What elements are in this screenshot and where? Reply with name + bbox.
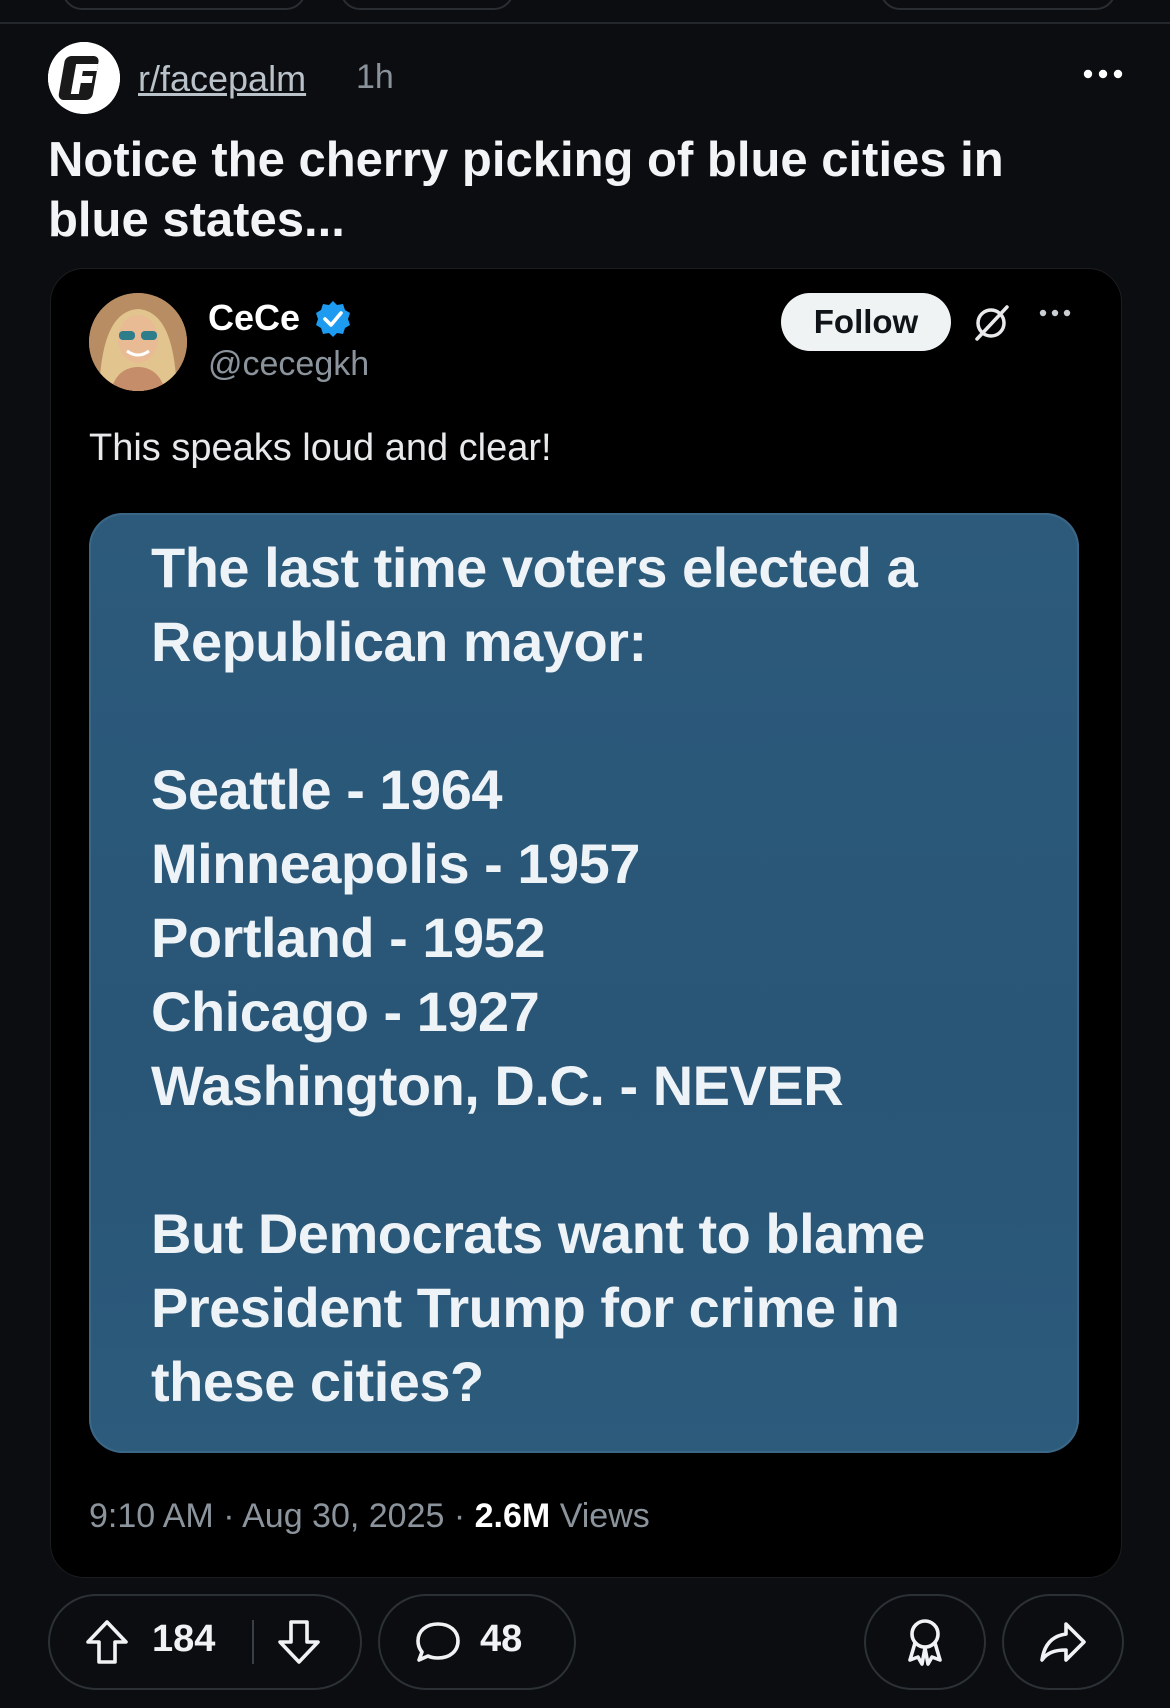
image-line-city: Minneapolis - 1957 bbox=[151, 832, 640, 895]
vote-divider bbox=[252, 1620, 254, 1664]
award-ribbon-icon bbox=[908, 1619, 942, 1666]
image-line-city: Washington, D.C. - NEVER bbox=[151, 1054, 844, 1117]
tweet-handle[interactable]: @cecegkh bbox=[208, 345, 369, 384]
arrow-down-icon[interactable] bbox=[276, 1618, 322, 1666]
top-strip bbox=[0, 0, 1170, 24]
tweet-more-icon[interactable] bbox=[1033, 293, 1077, 333]
tweet-embed[interactable]: CeCe @cecegkh Follow This speaks loud an… bbox=[50, 268, 1122, 1578]
post-header: r/facepalm 1h bbox=[48, 42, 1128, 114]
share-arrow-icon bbox=[1040, 1622, 1086, 1662]
tweet-time[interactable]: 9:10 AM bbox=[89, 1497, 214, 1535]
image-line-city: Seattle - 1964 bbox=[151, 758, 502, 821]
grok-slash-icon[interactable] bbox=[969, 301, 1013, 345]
top-pill-right[interactable] bbox=[880, 0, 1116, 10]
top-pill-left[interactable] bbox=[62, 0, 306, 10]
image-line: these cities? bbox=[151, 1350, 484, 1413]
image-line: President Trump for crime in bbox=[151, 1276, 900, 1339]
tweet-date[interactable]: Aug 30, 2025 bbox=[242, 1497, 444, 1535]
upvote-count: 184 bbox=[152, 1618, 216, 1660]
post-age: 1h bbox=[356, 58, 394, 96]
award-button[interactable] bbox=[864, 1594, 986, 1690]
comment-button[interactable]: 48 bbox=[378, 1594, 576, 1690]
tweet-views-label: Views bbox=[559, 1497, 650, 1535]
image-line-city: Portland - 1952 bbox=[151, 906, 545, 969]
subreddit-avatar[interactable] bbox=[48, 42, 120, 114]
speech-bubble-icon bbox=[416, 1622, 460, 1662]
image-line-city: Chicago - 1927 bbox=[151, 980, 540, 1043]
image-line: The last time voters elected a bbox=[151, 536, 918, 599]
tweet-image-text: The last time voters elected a Republica… bbox=[151, 531, 1051, 1419]
top-pill-middle[interactable] bbox=[340, 0, 514, 10]
comment-count: 48 bbox=[480, 1618, 523, 1660]
image-line: But Democrats want to blame bbox=[151, 1202, 925, 1265]
image-line: Republican mayor: bbox=[151, 610, 647, 673]
tweet-display-name[interactable]: CeCe bbox=[208, 297, 300, 339]
tweet-meta: 9:10 AM · Aug 30, 2025 · 2.6M Views bbox=[89, 1497, 650, 1535]
arrow-up-icon[interactable] bbox=[84, 1618, 130, 1666]
verified-badge-icon bbox=[316, 301, 350, 337]
tweet-views-count: 2.6M bbox=[474, 1497, 551, 1535]
share-button[interactable] bbox=[1002, 1594, 1124, 1690]
tweet-text: This speaks loud and clear! bbox=[89, 427, 552, 469]
post-more-icon[interactable] bbox=[1078, 54, 1128, 94]
post-title[interactable]: Notice the cherry picking of blue cities… bbox=[48, 130, 1108, 250]
tweet-avatar[interactable] bbox=[89, 293, 187, 391]
follow-button[interactable]: Follow bbox=[781, 293, 951, 351]
vote-bar: 184 bbox=[48, 1594, 362, 1690]
facepalm-logo-icon bbox=[48, 42, 120, 114]
tweet-image[interactable]: The last time voters elected a Republica… bbox=[89, 513, 1079, 1453]
subreddit-name[interactable]: r/facepalm bbox=[138, 58, 306, 100]
